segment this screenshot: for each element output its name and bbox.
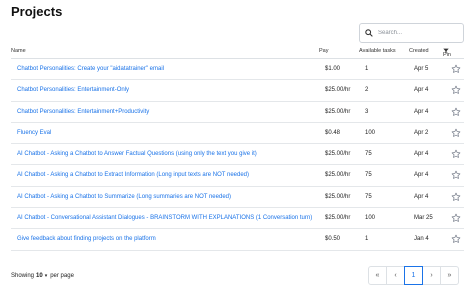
table-row: Fluency Eval $0.48 100 Apr 2: [11, 123, 464, 145]
project-name-link[interactable]: Fluency Eval: [17, 130, 51, 136]
available-tasks-cell: 100: [365, 215, 376, 222]
table-row: Chatbot Personalities: Entertainment+Pro…: [11, 102, 464, 123]
created-cell: Apr 4: [414, 87, 429, 94]
star-outline-icon[interactable]: [451, 64, 461, 74]
star-outline-icon[interactable]: [451, 85, 461, 95]
available-tasks-cell: 1: [365, 66, 369, 72]
project-name-link[interactable]: AI Chatbot - Asking a Chatbot to Extract…: [17, 172, 249, 178]
table-row: Chatbot Personalities: Create your "aida…: [11, 59, 464, 81]
available-tasks-cell: 100: [365, 129, 376, 136]
project-name-link[interactable]: Chatbot Personalities: Create your "aida…: [17, 66, 164, 72]
available-tasks-cell: 75: [365, 151, 372, 158]
created-cell: Apr 4: [414, 108, 429, 115]
created-cell: Apr 4: [414, 193, 429, 200]
pay-cell: $25.00/hr: [325, 87, 351, 94]
per-page-control: Showing 10 ▾ per page: [11, 273, 74, 279]
header-pin-label: Pin: [443, 52, 451, 58]
pay-cell: $0.48: [325, 129, 341, 136]
showing-label: Showing: [11, 273, 35, 279]
header-pin[interactable]: Pin: [443, 48, 451, 58]
project-name-link[interactable]: Chatbot Personalities: Entertainment+Pro…: [17, 109, 149, 115]
project-name-link[interactable]: AI Chatbot - Conversational Assistant Di…: [17, 215, 312, 221]
table-header: Name Pay Available tasks Created Pin: [11, 44, 464, 59]
pay-cell: $1.00: [325, 66, 341, 72]
available-tasks-cell: 75: [365, 172, 372, 179]
table-row: Chatbot Personalities: Entertainment-Onl…: [11, 80, 464, 102]
star-outline-icon[interactable]: [451, 170, 461, 180]
search-icon: [365, 29, 373, 37]
star-outline-icon[interactable]: [451, 107, 461, 117]
pay-cell: $25.00/hr: [325, 172, 351, 179]
table-body: Chatbot Personalities: Create your "aida…: [11, 59, 464, 251]
pay-cell: $25.00/hr: [325, 193, 351, 200]
header-available-tasks[interactable]: Available tasks: [359, 48, 396, 54]
project-name-link[interactable]: Give feedback about finding projects on …: [17, 236, 156, 242]
search-input[interactable]: [378, 30, 463, 36]
created-cell: Apr 5: [414, 66, 429, 72]
per-page-select[interactable]: 10: [36, 273, 43, 279]
first-page-button[interactable]: «: [368, 266, 387, 285]
chevron-down-icon[interactable]: ▾: [45, 273, 48, 279]
star-outline-icon[interactable]: [451, 149, 461, 159]
pay-cell: $0.50: [325, 236, 341, 243]
table-row: AI Chatbot - Asking a Chatbot to Extract…: [11, 165, 464, 187]
project-name-link[interactable]: AI Chatbot - Asking a Chatbot to Summari…: [17, 194, 231, 200]
available-tasks-cell: 2: [365, 87, 369, 94]
pay-cell: $25.00/hr: [325, 215, 351, 222]
header-pay[interactable]: Pay: [319, 48, 328, 54]
available-tasks-cell: 3: [365, 108, 369, 115]
pay-cell: $25.00/hr: [325, 108, 351, 115]
prev-page-button[interactable]: ‹: [386, 266, 405, 285]
header-created[interactable]: Created: [409, 48, 429, 54]
projects-table: Name Pay Available tasks Created Pin Cha…: [11, 44, 464, 251]
search-box[interactable]: [359, 23, 464, 43]
star-outline-icon[interactable]: [451, 192, 461, 202]
table-row: Give feedback about finding projects on …: [11, 229, 464, 251]
next-page-button[interactable]: ›: [422, 266, 441, 285]
created-cell: Apr 4: [414, 172, 429, 179]
header-name[interactable]: Name: [11, 48, 26, 54]
page-title: Projects: [11, 4, 63, 19]
table-row: AI Chatbot - Conversational Assistant Di…: [11, 208, 464, 230]
pay-cell: $25.00/hr: [325, 151, 351, 158]
created-cell: Apr 4: [414, 151, 429, 158]
project-name-link[interactable]: Chatbot Personalities: Entertainment-Onl…: [17, 87, 129, 93]
page-1-button[interactable]: 1: [404, 266, 423, 285]
table-row: AI Chatbot - Asking a Chatbot to Answer …: [11, 144, 464, 166]
created-cell: Mar 25: [414, 215, 433, 222]
created-cell: Jan 4: [414, 236, 429, 243]
star-outline-icon[interactable]: [451, 128, 461, 138]
last-page-button[interactable]: »: [440, 266, 459, 285]
star-outline-icon[interactable]: [451, 234, 461, 244]
table-row: AI Chatbot - Asking a Chatbot to Summari…: [11, 187, 464, 209]
pagination: « ‹ 1 › »: [368, 266, 459, 285]
star-outline-icon[interactable]: [451, 213, 461, 223]
available-tasks-cell: 75: [365, 193, 372, 200]
per-page-label: per page: [50, 273, 74, 279]
created-cell: Apr 2: [414, 129, 429, 136]
available-tasks-cell: 1: [365, 236, 369, 243]
project-name-link[interactable]: AI Chatbot - Asking a Chatbot to Answer …: [17, 151, 257, 157]
